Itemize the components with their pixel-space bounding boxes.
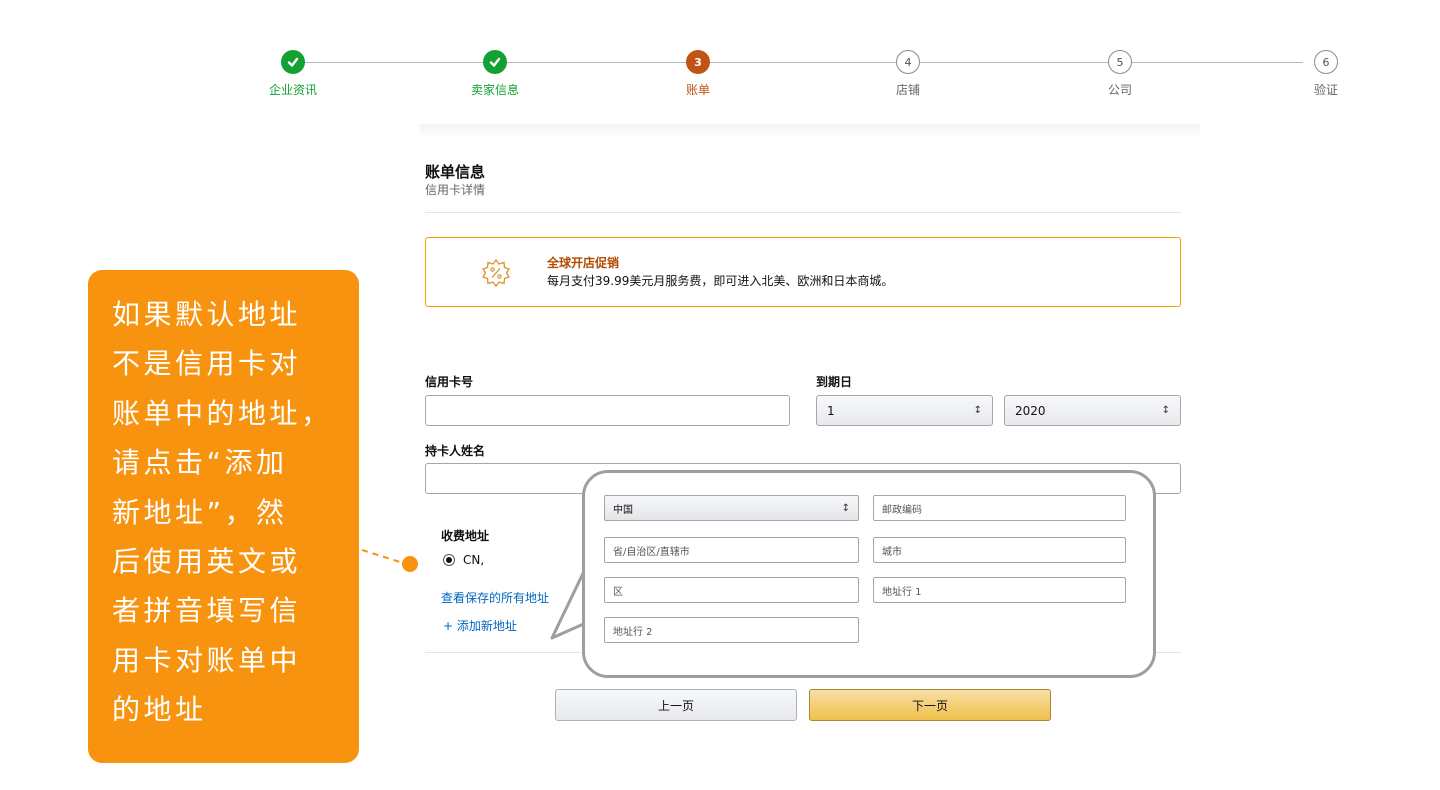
divider bbox=[425, 212, 1181, 213]
step-label: 账单 bbox=[685, 83, 710, 97]
annotation-text: 如果默认地址 不是信用卡对 账单中的地址， 请点击“添加 新地址”，然 后使用英… bbox=[112, 298, 333, 727]
address-line2-field[interactable]: 地址行 2 bbox=[604, 617, 859, 643]
expiry-month-select[interactable]: 1 ↕ bbox=[816, 395, 993, 426]
updown-arrows-icon: ↕ bbox=[973, 405, 982, 416]
country-value: 中国 bbox=[613, 504, 633, 516]
updown-arrows-icon: ↕ bbox=[841, 502, 850, 514]
saved-address-option[interactable]: CN, bbox=[443, 553, 484, 567]
step-label: 企业资讯 bbox=[268, 83, 317, 97]
new-address-zoom-callout: 中国 ↕ 邮政编码 省/自治区/直辖市 城市 区 地址行 1 地址行 2 bbox=[582, 470, 1156, 678]
address-line1-field[interactable]: 地址行 1 bbox=[873, 577, 1126, 603]
expiry-year-select[interactable]: 2020 ↕ bbox=[1004, 395, 1181, 426]
updown-arrows-icon: ↕ bbox=[1161, 405, 1170, 416]
view-all-addresses-link[interactable]: 查看保存的所有地址 bbox=[441, 589, 549, 606]
promo-banner: 全球开店促销 每月支付39.99美元月服务费，即可进入北美、欧洲和日本商城。 bbox=[425, 237, 1181, 307]
step-company: 5 公司 bbox=[1060, 50, 1180, 98]
step-number-badge: 4 bbox=[896, 50, 920, 74]
district-field[interactable]: 区 bbox=[604, 577, 859, 603]
billing-address-title: 收费地址 bbox=[441, 529, 490, 543]
step-number-badge: 6 bbox=[1314, 50, 1338, 74]
previous-button[interactable]: 上一页 bbox=[555, 689, 797, 721]
expiry-month-value: 1 bbox=[827, 403, 835, 418]
card-number-label: 信用卡号 bbox=[425, 375, 474, 389]
promo-text: 每月支付39.99美元月服务费，即可进入北美、欧洲和日本商城。 bbox=[547, 274, 894, 288]
city-field[interactable]: 城市 bbox=[873, 537, 1126, 563]
page-subtitle: 信用卡详情 bbox=[425, 183, 486, 197]
instruction-annotation: 如果默认地址 不是信用卡对 账单中的地址， 请点击“添加 新地址”，然 后使用英… bbox=[88, 270, 359, 763]
card-holder-label: 持卡人姓名 bbox=[425, 444, 486, 458]
expiry-year-value: 2020 bbox=[1015, 403, 1046, 418]
postal-code-field[interactable]: 邮政编码 bbox=[873, 495, 1126, 521]
add-new-address-link[interactable]: + 添加新地址 bbox=[443, 617, 517, 634]
step-billing: 3 账单 bbox=[638, 50, 758, 98]
expiry-label: 到期日 bbox=[816, 375, 853, 389]
step-number-badge: 3 bbox=[686, 50, 710, 74]
step-label: 店铺 bbox=[895, 83, 920, 97]
promo-title: 全球开店促销 bbox=[547, 256, 620, 270]
card-number-input[interactable] bbox=[425, 395, 790, 426]
step-label: 公司 bbox=[1107, 83, 1132, 97]
radio-selected-icon[interactable] bbox=[443, 554, 455, 566]
saved-address-text: CN, bbox=[463, 553, 485, 567]
step-label: 卖家信息 bbox=[470, 83, 519, 97]
step-store: 4 店铺 bbox=[848, 50, 968, 98]
check-icon bbox=[281, 50, 305, 74]
province-field[interactable]: 省/自治区/直辖市 bbox=[604, 537, 859, 563]
step-company-info: 企业资讯 bbox=[233, 50, 353, 98]
step-number-badge: 5 bbox=[1108, 50, 1132, 74]
step-label: 验证 bbox=[1313, 83, 1338, 97]
next-button[interactable]: 下一页 bbox=[809, 689, 1051, 721]
check-icon bbox=[483, 50, 507, 74]
page-title: 账单信息 bbox=[425, 163, 486, 181]
annotation-pointer bbox=[361, 549, 418, 572]
progress-stepper: 企业资讯 卖家信息 3 账单 4 店铺 5 公司 6 验证 bbox=[0, 0, 1440, 110]
header-shadow bbox=[420, 124, 1200, 138]
step-seller-info: 卖家信息 bbox=[435, 50, 555, 98]
country-select[interactable]: 中国 ↕ bbox=[604, 495, 859, 521]
discount-badge-icon bbox=[482, 258, 510, 288]
step-verification: 6 验证 bbox=[1266, 50, 1386, 98]
